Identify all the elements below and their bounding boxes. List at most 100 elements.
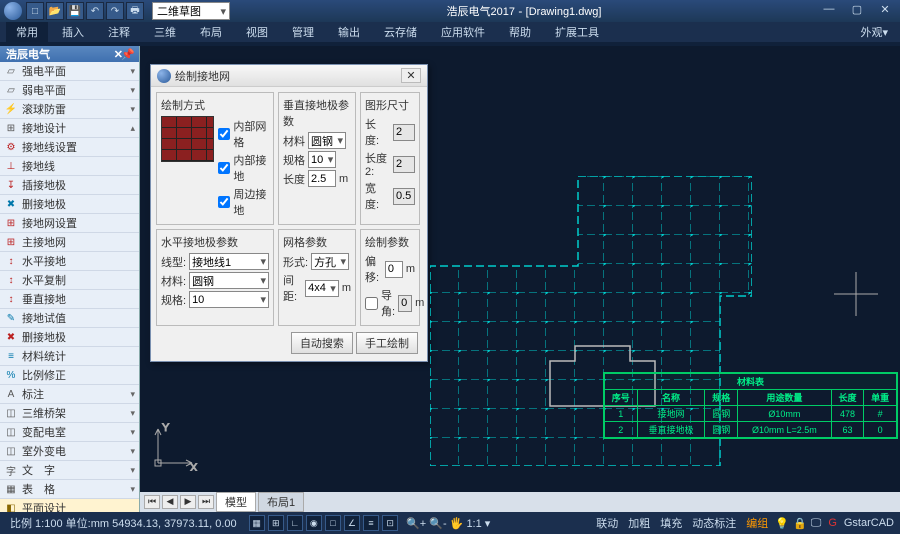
length-input[interactable] (308, 170, 336, 187)
offset-input[interactable] (385, 261, 403, 278)
linetype-select[interactable]: 接地线1 (189, 253, 269, 270)
sidebar-item[interactable]: ✖删接地极 (0, 328, 139, 347)
form-select[interactable]: 方孔 (311, 253, 349, 270)
redo-icon[interactable]: ↷ (106, 2, 124, 20)
dialog-close-button[interactable]: ✕ (401, 68, 421, 83)
expand-icon[interactable]: ▾ (130, 465, 135, 476)
sidebar-item[interactable]: ↕水平接地 (0, 252, 139, 271)
expand-icon[interactable]: ▾ (130, 484, 135, 495)
new-icon[interactable]: □ (26, 2, 44, 20)
workspace-combo[interactable]: 二维草图 (152, 2, 230, 20)
maximize-button[interactable]: ▢ (846, 3, 868, 19)
polar-icon[interactable]: ◉ (306, 515, 322, 531)
dialog-titlebar[interactable]: 绘制接地网 ✕ (151, 65, 427, 87)
ribbon-tab[interactable]: 注释 (98, 22, 140, 42)
group-toggle[interactable]: 编组 (743, 515, 771, 531)
sidebar-item[interactable]: A标注▾ (0, 385, 139, 404)
app-logo[interactable] (4, 2, 22, 20)
expand-icon[interactable]: ▾ (130, 446, 135, 457)
dyn-toggle[interactable]: 动态标注 (689, 515, 739, 531)
sidebar-item[interactable]: ✎接地试值 (0, 309, 139, 328)
sidebar-item[interactable]: ⊞接地网设置 (0, 214, 139, 233)
sidebar-item[interactable]: ◫变配电室▾ (0, 423, 139, 442)
pin-icon[interactable]: 📌 (121, 48, 135, 61)
sidebar-item[interactable]: ⚙接地线设置 (0, 138, 139, 157)
sidebar-item[interactable]: %比例修正 (0, 366, 139, 385)
ortho-icon[interactable]: ∟ (287, 515, 303, 531)
bold-toggle[interactable]: 加粗 (625, 515, 653, 531)
print-icon[interactable]: 🖶 (126, 2, 144, 20)
sidebar-item[interactable]: ↕垂直接地 (0, 290, 139, 309)
model-tab[interactable]: 模型 (216, 492, 256, 512)
sidebar-item[interactable]: ≡材料统计 (0, 347, 139, 366)
ribbon-tab[interactable]: 云存储 (374, 22, 427, 42)
expand-icon[interactable]: ▾ (130, 104, 135, 115)
tab-last-button[interactable]: ⏭ (198, 495, 214, 509)
expand-icon[interactable]: ▾ (130, 66, 135, 77)
expand-icon[interactable]: ▾ (130, 408, 135, 419)
sidebar-item[interactable]: ✖删接地极 (0, 195, 139, 214)
ribbon-tab[interactable]: 插入 (52, 22, 94, 42)
sidebar-item[interactable]: ↧插接地极 (0, 176, 139, 195)
sidebar-item[interactable]: ▦表 格▾ (0, 480, 139, 499)
sidebar-item[interactable]: ⚡滚球防雷▾ (0, 100, 139, 119)
expand-icon[interactable]: ▾ (130, 85, 135, 96)
expand-icon[interactable]: ▾ (130, 389, 135, 400)
close-button[interactable]: ✕ (874, 3, 896, 19)
inner-ground-check[interactable] (218, 162, 230, 174)
panel-close-icon[interactable]: ✕ (114, 48, 123, 61)
lwt-icon[interactable]: ≡ (363, 515, 379, 531)
sidebar-item[interactable]: ▱强电平面▾ (0, 62, 139, 81)
edge-ground-check[interactable] (218, 196, 230, 208)
ribbon-tab[interactable]: 视图 (236, 22, 278, 42)
snap-icon[interactable]: ▦ (249, 515, 265, 531)
ribbon-tab[interactable]: 常用 (6, 22, 48, 42)
osnap-icon[interactable]: □ (325, 515, 341, 531)
tab-prev-button[interactable]: ◀ (162, 495, 178, 509)
model-icon[interactable]: ⊡ (382, 515, 398, 531)
sidebar-item[interactable]: ▱弱电平面▾ (0, 81, 139, 100)
inner-grid-check[interactable] (218, 128, 230, 140)
auto-search-button[interactable]: 自动搜索 (291, 332, 353, 354)
sidebar-item[interactable]: ⊞接地设计▴ (0, 119, 139, 138)
sidebar-item[interactable]: ⊞主接地网 (0, 233, 139, 252)
ribbon-tab[interactable]: 布局 (190, 22, 232, 42)
minimize-button[interactable]: — (818, 3, 840, 19)
ribbon-tab[interactable]: 管理 (282, 22, 324, 42)
hspec-select[interactable]: 10 (189, 291, 269, 308)
expand-icon[interactable]: ▴ (130, 123, 135, 134)
link-toggle[interactable]: 联动 (593, 515, 621, 531)
sidebar-item[interactable]: ◫三维桥架▾ (0, 404, 139, 423)
ribbon-tab[interactable]: 三维 (144, 22, 186, 42)
drawing-canvas[interactable]: 绘制接地网 ✕ 绘制方式 内部网格 内部接地 周边接地 (140, 46, 900, 512)
spec-select[interactable]: 10 (308, 151, 336, 168)
tab-next-button[interactable]: ▶ (180, 495, 196, 509)
expand-icon[interactable]: ▾ (130, 427, 135, 438)
chamfer-check[interactable] (365, 297, 378, 310)
fill-toggle[interactable]: 填充 (657, 515, 685, 531)
undo-icon[interactable]: ↶ (86, 2, 104, 20)
sidebar-item[interactable]: ◫室外变电▾ (0, 442, 139, 461)
otrack-icon[interactable]: ∠ (344, 515, 360, 531)
ribbon-tab[interactable]: 帮助 (499, 22, 541, 42)
material-select[interactable]: 圆钢 (308, 132, 346, 149)
monitor-icon[interactable]: 🖵 (811, 517, 822, 530)
hmat-select[interactable]: 圆钢 (189, 272, 269, 289)
sidebar-item[interactable]: ↕水平复制 (0, 271, 139, 290)
open-icon[interactable]: 📂 (46, 2, 64, 20)
sidebar-item[interactable]: 字文 字▾ (0, 461, 139, 480)
appearance-menu[interactable]: 外观▾ (860, 24, 894, 40)
sidebar-item[interactable]: ◧平面设计 (0, 499, 139, 512)
ribbon-tab[interactable]: 扩展工具 (545, 22, 609, 42)
layout-tab[interactable]: 布局1 (258, 492, 304, 512)
grid-icon[interactable]: ⊞ (268, 515, 284, 531)
ribbon-tab[interactable]: 应用软件 (431, 22, 495, 42)
bulb-icon[interactable]: 💡 (775, 517, 789, 530)
manual-draw-button[interactable]: 手工绘制 (356, 332, 418, 354)
save-icon[interactable]: 💾 (66, 2, 84, 20)
tab-first-button[interactable]: ⏮ (144, 495, 160, 509)
lock-icon[interactable]: 🔒 (793, 517, 807, 530)
sidebar-item[interactable]: ⊥接地线 (0, 157, 139, 176)
ribbon-tab[interactable]: 输出 (328, 22, 370, 42)
gap-select[interactable]: 4x4 (305, 280, 339, 297)
